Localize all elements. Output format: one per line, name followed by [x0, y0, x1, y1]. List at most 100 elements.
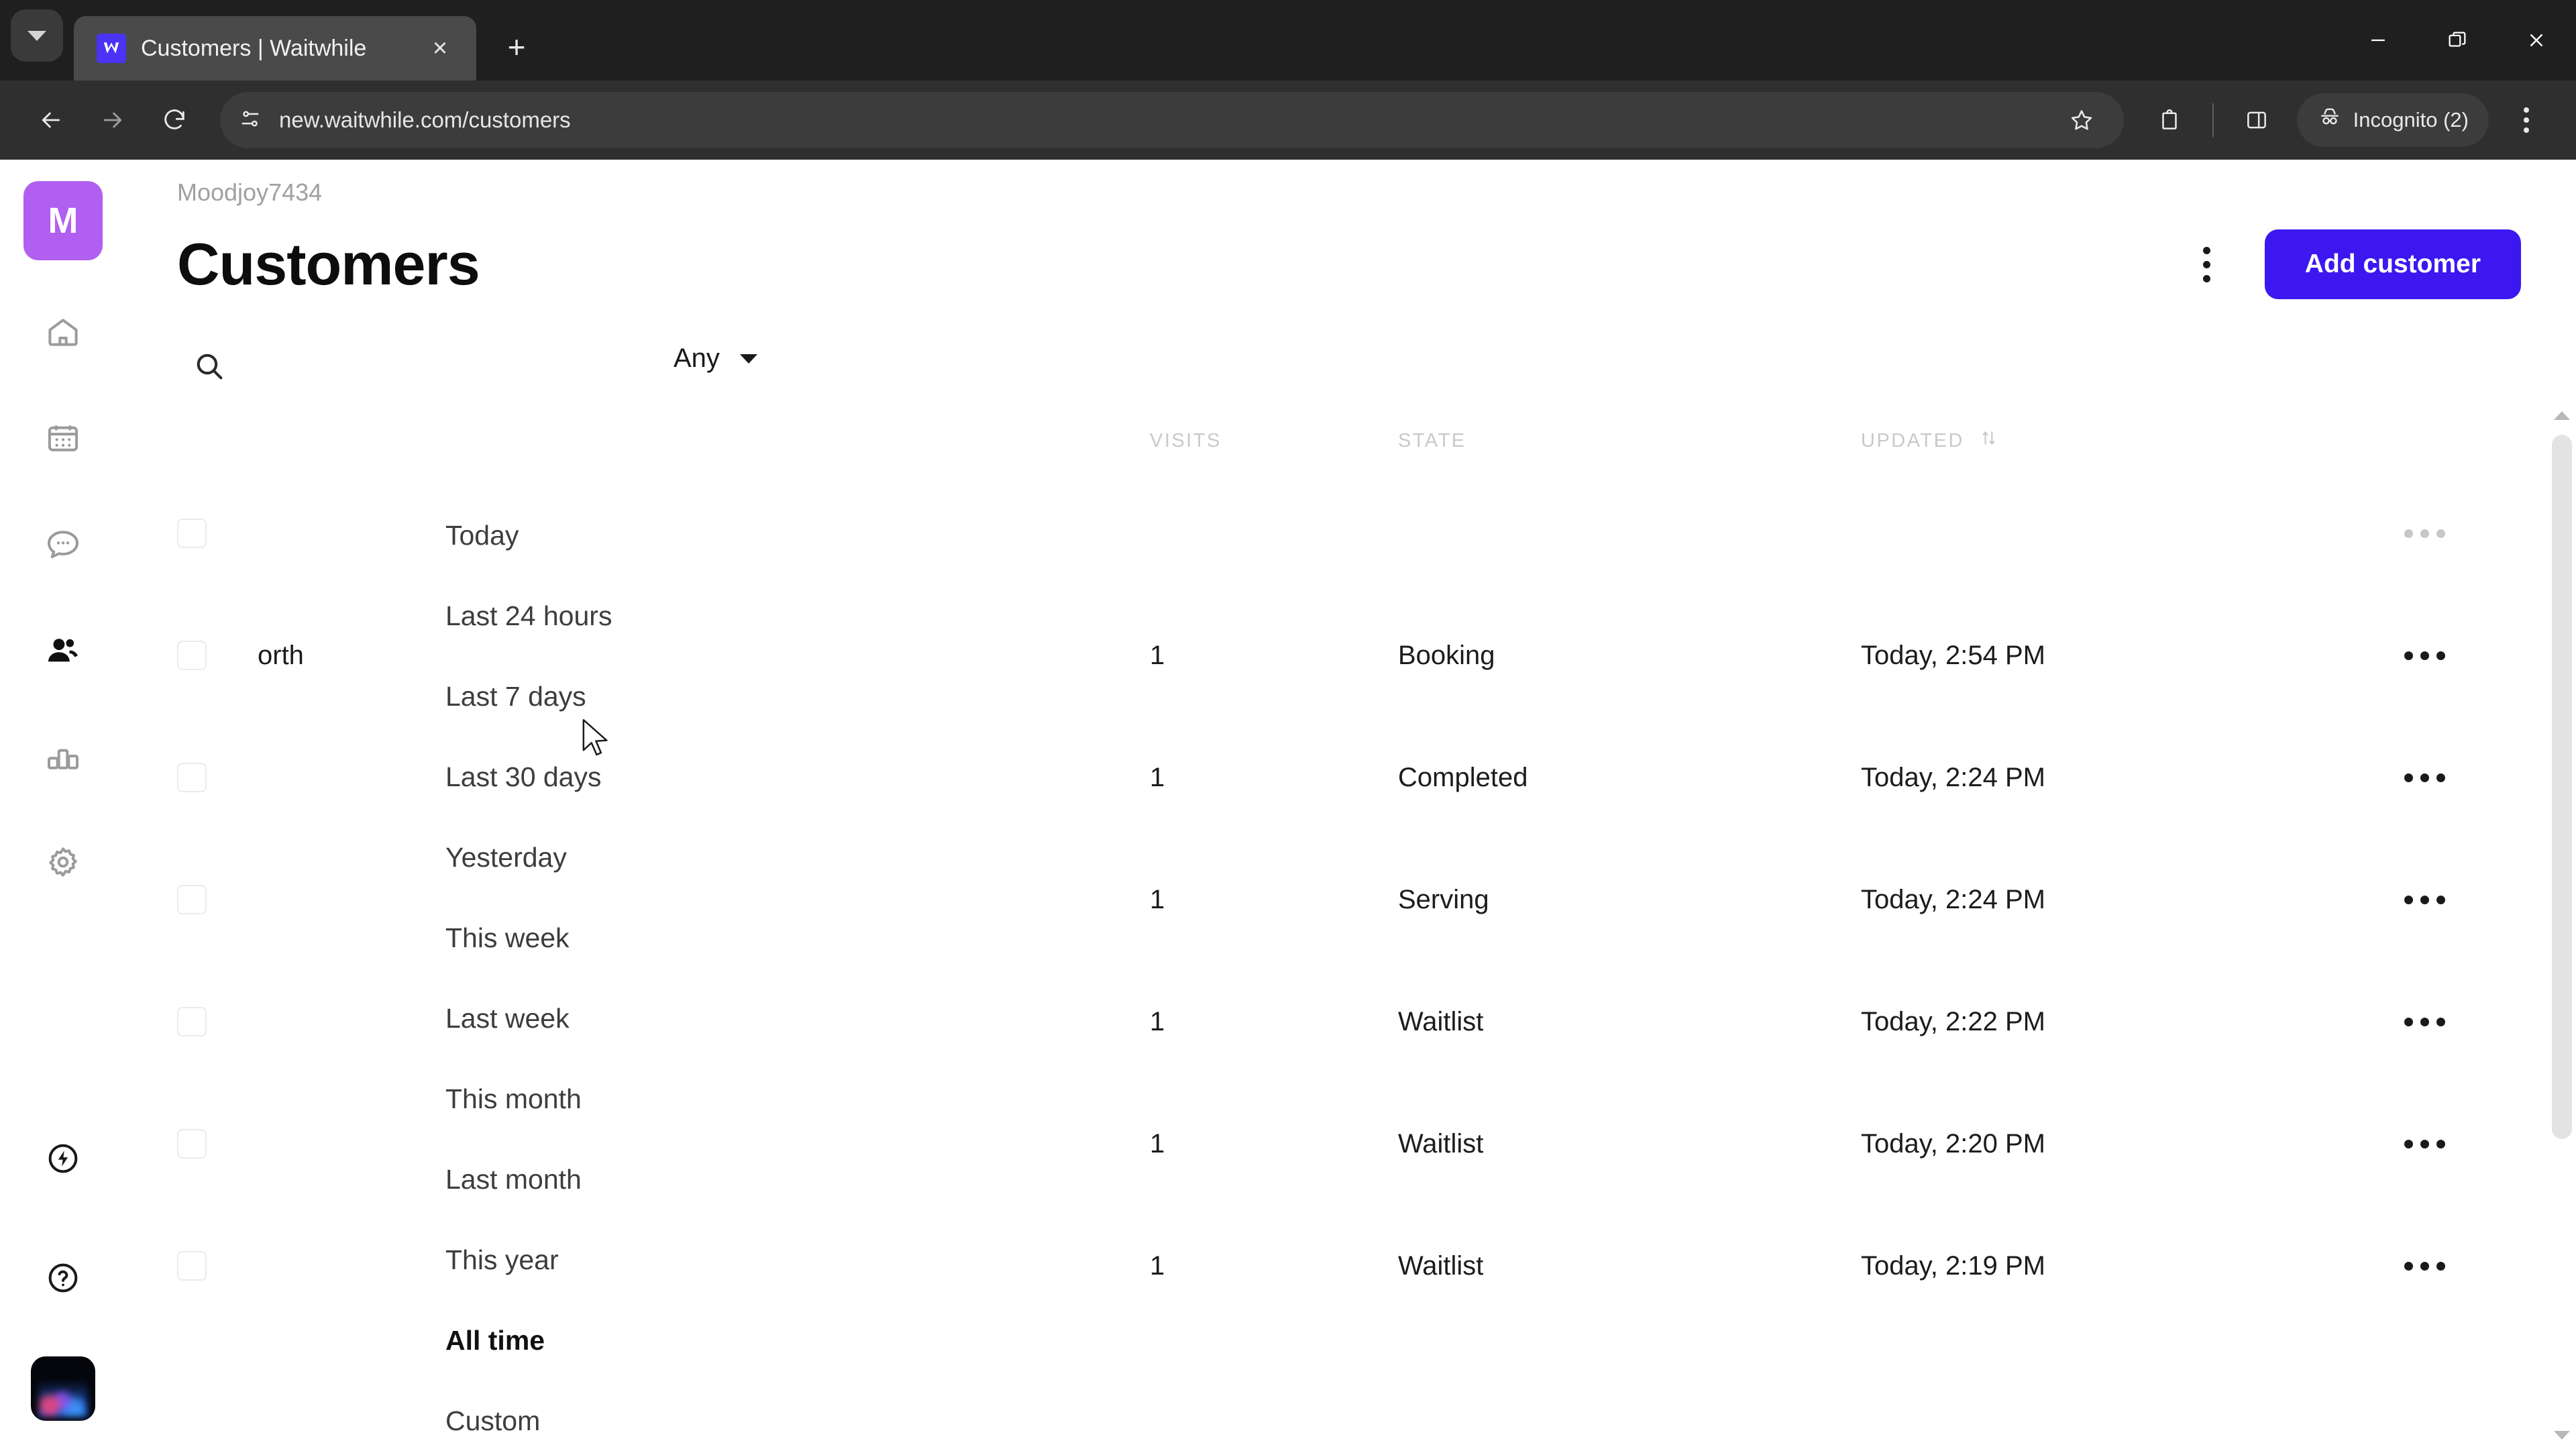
forward-button[interactable] [85, 92, 141, 148]
breadcrumb[interactable]: Moodjoy7434 [177, 178, 2576, 207]
sidebar-item-analytics[interactable] [23, 716, 103, 796]
cell-row-actions[interactable] [2404, 594, 2512, 716]
column-state[interactable]: STATE [1398, 417, 1861, 472]
column-visits[interactable]: VISITS [1150, 417, 1398, 472]
row-checkbox-cell[interactable] [177, 1205, 258, 1327]
avatar[interactable] [31, 1356, 95, 1421]
sidebar-item-schedule[interactable] [23, 398, 103, 478]
address-bar[interactable]: new.waitwhile.com/customers [220, 92, 2124, 148]
page-title: Customers [177, 231, 480, 297]
filters-toolbar: Any [177, 335, 2576, 400]
scroll-up-arrow-icon[interactable] [2548, 401, 2576, 429]
date-range-option-this-week[interactable]: This week [388, 898, 810, 978]
scrollbar-track[interactable] [2548, 429, 2576, 1421]
row-overflow-menu-button[interactable] [2404, 651, 2512, 660]
cell-updated: Today, 2:22 PM [1861, 1006, 2045, 1036]
date-range-option-last-30-days[interactable]: Last 30 days [388, 737, 810, 817]
cell-state: Completed [1398, 762, 1528, 792]
add-customer-button[interactable]: Add customer [2264, 229, 2521, 299]
page-scrollbar[interactable] [2548, 401, 2576, 1449]
browser-window: Customers | Waitwhile × + new.waitwhile.… [0, 0, 2576, 1449]
close-window-button[interactable] [2497, 0, 2576, 80]
row-checkbox[interactable] [177, 641, 207, 670]
sidebar-item-settings[interactable] [23, 822, 103, 902]
side-panel-icon[interactable] [2229, 92, 2285, 148]
incognito-label: Incognito (2) [2353, 108, 2469, 131]
sidebar-item-home[interactable] [23, 292, 103, 372]
date-range-dropdown-menu[interactable]: Today Last 24 hours Last 7 days Last 30 day… [388, 480, 810, 1449]
minimize-window-button[interactable] [2339, 0, 2418, 80]
row-checkbox-cell[interactable] [177, 472, 258, 594]
date-range-option-this-month[interactable]: This month [388, 1059, 810, 1139]
row-overflow-menu-button[interactable] [2404, 529, 2512, 538]
close-tab-icon[interactable]: × [423, 31, 458, 66]
search-input[interactable] [177, 335, 241, 400]
toolbar-divider [2212, 103, 2214, 137]
row-checkbox[interactable] [177, 885, 207, 914]
page-overflow-menu-button[interactable] [2176, 233, 2238, 295]
row-overflow-menu-button[interactable] [2404, 1017, 2512, 1026]
row-checkbox[interactable] [177, 763, 207, 792]
date-range-option-custom[interactable]: Custom [388, 1381, 810, 1449]
date-range-option-last-week[interactable]: Last week [388, 978, 810, 1059]
tab-search-button[interactable] [11, 9, 63, 62]
cell-state: Booking [1398, 640, 1495, 670]
cell-row-actions[interactable] [2404, 716, 2512, 839]
date-range-option-last-24-hours[interactable]: Last 24 hours [388, 576, 810, 656]
cell-state: Waitlist [1398, 1006, 1484, 1036]
maximize-window-button[interactable] [2418, 0, 2497, 80]
row-checkbox-cell[interactable] [177, 961, 258, 1083]
date-range-option-last-7-days[interactable]: Last 7 days [388, 656, 810, 737]
row-checkbox[interactable] [177, 519, 207, 548]
reload-button[interactable] [146, 92, 203, 148]
cell-row-actions[interactable] [2404, 1205, 2512, 1327]
sidebar-item-help[interactable] [23, 1238, 103, 1318]
row-checkbox[interactable] [177, 1007, 207, 1036]
cell-row-actions[interactable] [2404, 839, 2512, 961]
sidebar: M [0, 160, 126, 1449]
sidebar-item-whats-new[interactable] [23, 1119, 103, 1198]
date-range-option-this-year[interactable]: This year [388, 1220, 810, 1300]
any-filter-dropdown[interactable]: Any [674, 343, 757, 374]
date-range-option-last-month[interactable]: Last month [388, 1139, 810, 1220]
new-tab-button[interactable]: + [491, 21, 542, 72]
back-button[interactable] [23, 92, 79, 148]
row-checkbox-cell[interactable] [177, 1083, 258, 1205]
row-overflow-menu-button[interactable] [2404, 1261, 2512, 1271]
browser-tab[interactable]: Customers | Waitwhile × [74, 16, 476, 80]
column-updated[interactable]: UPDATED [1861, 417, 2404, 472]
cell-row-actions[interactable] [2404, 961, 2512, 1083]
site-settings-icon[interactable] [237, 106, 263, 135]
workspace-logo[interactable]: M [23, 181, 103, 260]
browser-menu-button[interactable] [2500, 93, 2553, 147]
scroll-down-arrow-icon[interactable] [2548, 1421, 2576, 1449]
column-updated-label: UPDATED [1861, 430, 1964, 451]
incognito-profile-button[interactable]: Incognito (2) [2296, 93, 2489, 147]
sort-arrows-icon [1980, 429, 1998, 452]
column-name[interactable] [258, 417, 1150, 472]
row-checkbox[interactable] [177, 1251, 207, 1281]
row-checkbox-cell[interactable] [177, 839, 258, 961]
extensions-icon[interactable] [2141, 92, 2198, 148]
row-checkbox-cell[interactable] [177, 716, 258, 839]
chevron-down-icon [28, 30, 46, 41]
cell-visits: 1 [1150, 1006, 1165, 1036]
cell-row-actions[interactable] [2404, 472, 2512, 594]
url-text: new.waitwhile.com/customers [279, 107, 571, 132]
column-select-all[interactable] [177, 417, 258, 472]
star-icon[interactable] [2057, 95, 2106, 145]
date-range-option-all-time[interactable]: All time [388, 1300, 810, 1381]
sidebar-item-messages[interactable] [23, 504, 103, 584]
cell-row-actions[interactable] [2404, 1083, 2512, 1205]
row-overflow-menu-button[interactable] [2404, 1139, 2512, 1148]
row-overflow-menu-button[interactable] [2404, 773, 2512, 782]
row-checkbox-cell[interactable] [177, 594, 258, 716]
sidebar-item-customers[interactable] [23, 610, 103, 690]
row-checkbox[interactable] [177, 1129, 207, 1159]
cell-updated [1861, 472, 2404, 594]
row-overflow-menu-button[interactable] [2404, 895, 2512, 904]
scrollbar-thumb[interactable] [2552, 435, 2572, 1139]
date-range-option-today[interactable]: Today [388, 495, 810, 576]
cell-visits: 1 [1150, 884, 1165, 914]
date-range-option-yesterday[interactable]: Yesterday [388, 817, 810, 898]
